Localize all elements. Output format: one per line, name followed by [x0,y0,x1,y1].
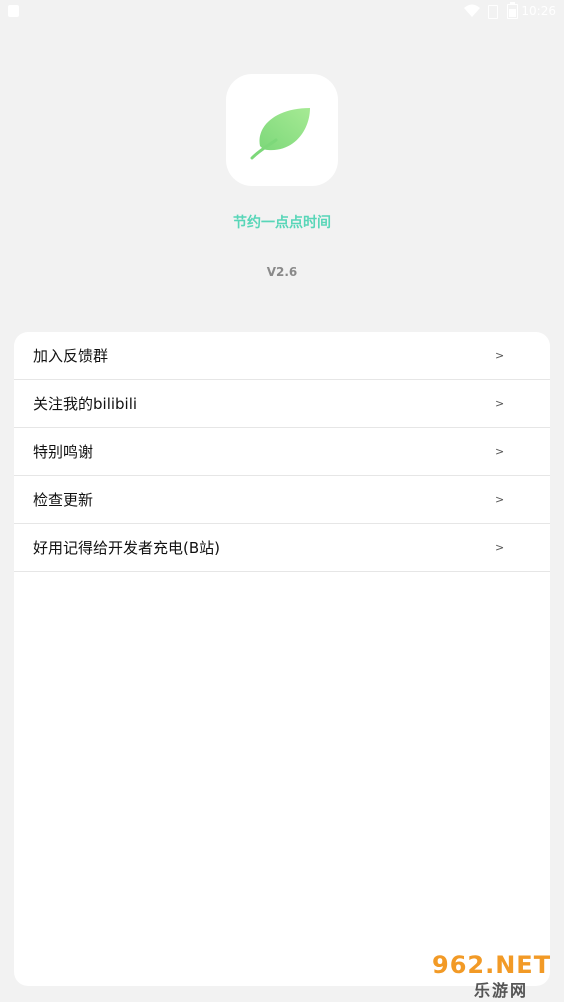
chevron-right-icon: > [495,397,505,410]
menu-item-follow-bilibili[interactable]: 关注我的bilibili > [14,380,550,428]
menu-item-charge-developer[interactable]: 好用记得给开发者充电(B站) > [14,524,550,572]
app-slogan: 节约一点点时间 [233,215,331,231]
menu-item-check-update[interactable]: 检查更新 > [14,476,550,524]
menu-item-label: 关注我的bilibili [33,395,138,413]
app-version: V2.6 [266,265,298,279]
menu-item-acknowledgements[interactable]: 特别鸣谢 > [14,428,550,476]
chevron-right-icon: > [495,445,505,458]
app-logo [226,74,338,186]
chevron-right-icon: > [495,493,505,506]
status-bar: 10:26 [0,0,564,24]
status-time: 10:26 [521,4,556,18]
menu-item-feedback-group[interactable]: 加入反馈群 > [14,332,550,380]
notification-icon [8,5,19,17]
watermark-logo-text: 962.NET [432,951,552,979]
leaf-icon [250,108,310,160]
chevron-right-icon: > [495,349,505,362]
menu-item-label: 加入反馈群 [33,347,109,365]
watermark-site-name: 乐游网 [474,981,529,1000]
settings-card: 加入反馈群 > 关注我的bilibili > 特别鸣谢 > 检查更新 > 好用记… [14,332,550,986]
battery-icon [507,2,518,19]
menu-item-label: 检查更新 [33,491,94,509]
sim-icon [488,5,498,19]
wifi-icon [464,4,480,21]
chevron-right-icon: > [495,541,505,554]
menu-item-label: 特别鸣谢 [33,443,94,461]
menu-item-label: 好用记得给开发者充电(B站) [33,539,220,557]
watermark: 962.NET 乐游网 [426,951,558,1000]
